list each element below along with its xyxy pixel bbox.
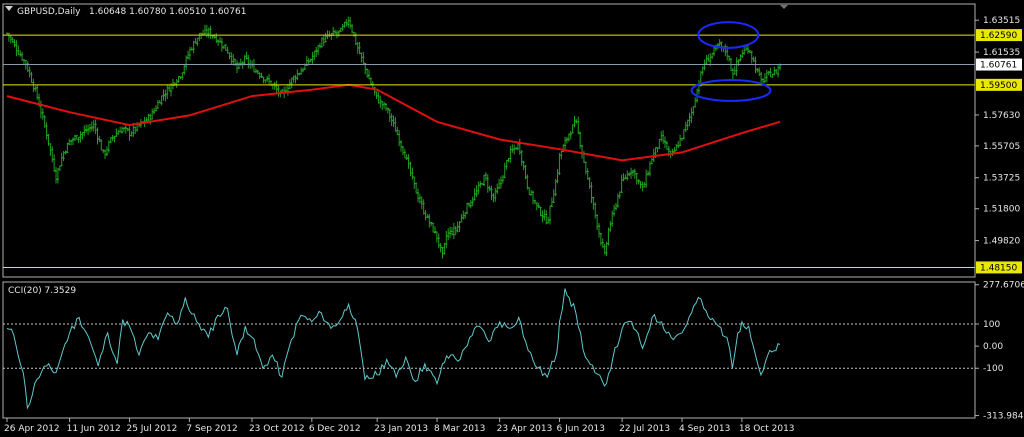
date-axis-label: 7 Sep 2012 xyxy=(186,424,237,434)
level-price-label: 1.48150 xyxy=(980,263,1017,273)
date-axis-label: 26 Apr 2012 xyxy=(4,424,60,434)
cci-axis-label: -100 xyxy=(983,364,1004,374)
date-axis-label: 11 Jun 2012 xyxy=(67,424,121,434)
date-axis-label: 25 Jul 2012 xyxy=(126,424,177,434)
date-axis-label: 23 Jan 2013 xyxy=(374,424,428,434)
trading-chart: 1.63515 1.61535 1.57630 1.55705 1.53725 1.518… xyxy=(0,0,1024,437)
price-axis-label: 1.53725 xyxy=(983,174,1020,184)
price-axis-label: 1.57630 xyxy=(983,111,1020,121)
level-price-label: 1.62590 xyxy=(980,31,1017,41)
cci-axis-label: 277.6706 xyxy=(983,281,1024,291)
symbol-label: GBPUSD,Daily xyxy=(17,7,81,17)
date-axis-label: 4 Sep 2013 xyxy=(679,424,730,434)
cci-axis-label: 0.00 xyxy=(983,342,1003,352)
date-axis-label: 22 Jul 2013 xyxy=(619,424,670,434)
cci-axis-label: 100 xyxy=(983,320,1000,330)
date-axis-label: 23 Apr 2013 xyxy=(497,424,553,434)
cci-axis-label: -313.9847 xyxy=(983,412,1024,422)
price-axis-label: 1.61535 xyxy=(983,48,1020,58)
current-price-label: 1.60761 xyxy=(980,61,1017,71)
date-axis-label: 8 Mar 2013 xyxy=(434,424,485,434)
level-price-label: 1.59500 xyxy=(980,81,1017,91)
ohlc-label: 1.60648 1.60780 1.60510 1.60761 xyxy=(89,7,246,17)
date-axis-label: 6 Jun 2013 xyxy=(557,424,605,434)
price-axis-label: 1.63515 xyxy=(983,16,1020,26)
cci-title: CCI(20) 7.3529 xyxy=(8,286,76,296)
chart-background xyxy=(0,0,1024,437)
date-axis-label: 18 Oct 2013 xyxy=(739,424,795,434)
date-axis-label: 6 Dec 2012 xyxy=(309,424,361,434)
price-axis-label: 1.49820 xyxy=(983,237,1020,247)
price-axis-label: 1.55705 xyxy=(983,142,1020,152)
price-axis-label: 1.51800 xyxy=(983,205,1020,215)
date-axis-label: 23 Oct 2012 xyxy=(249,424,305,434)
